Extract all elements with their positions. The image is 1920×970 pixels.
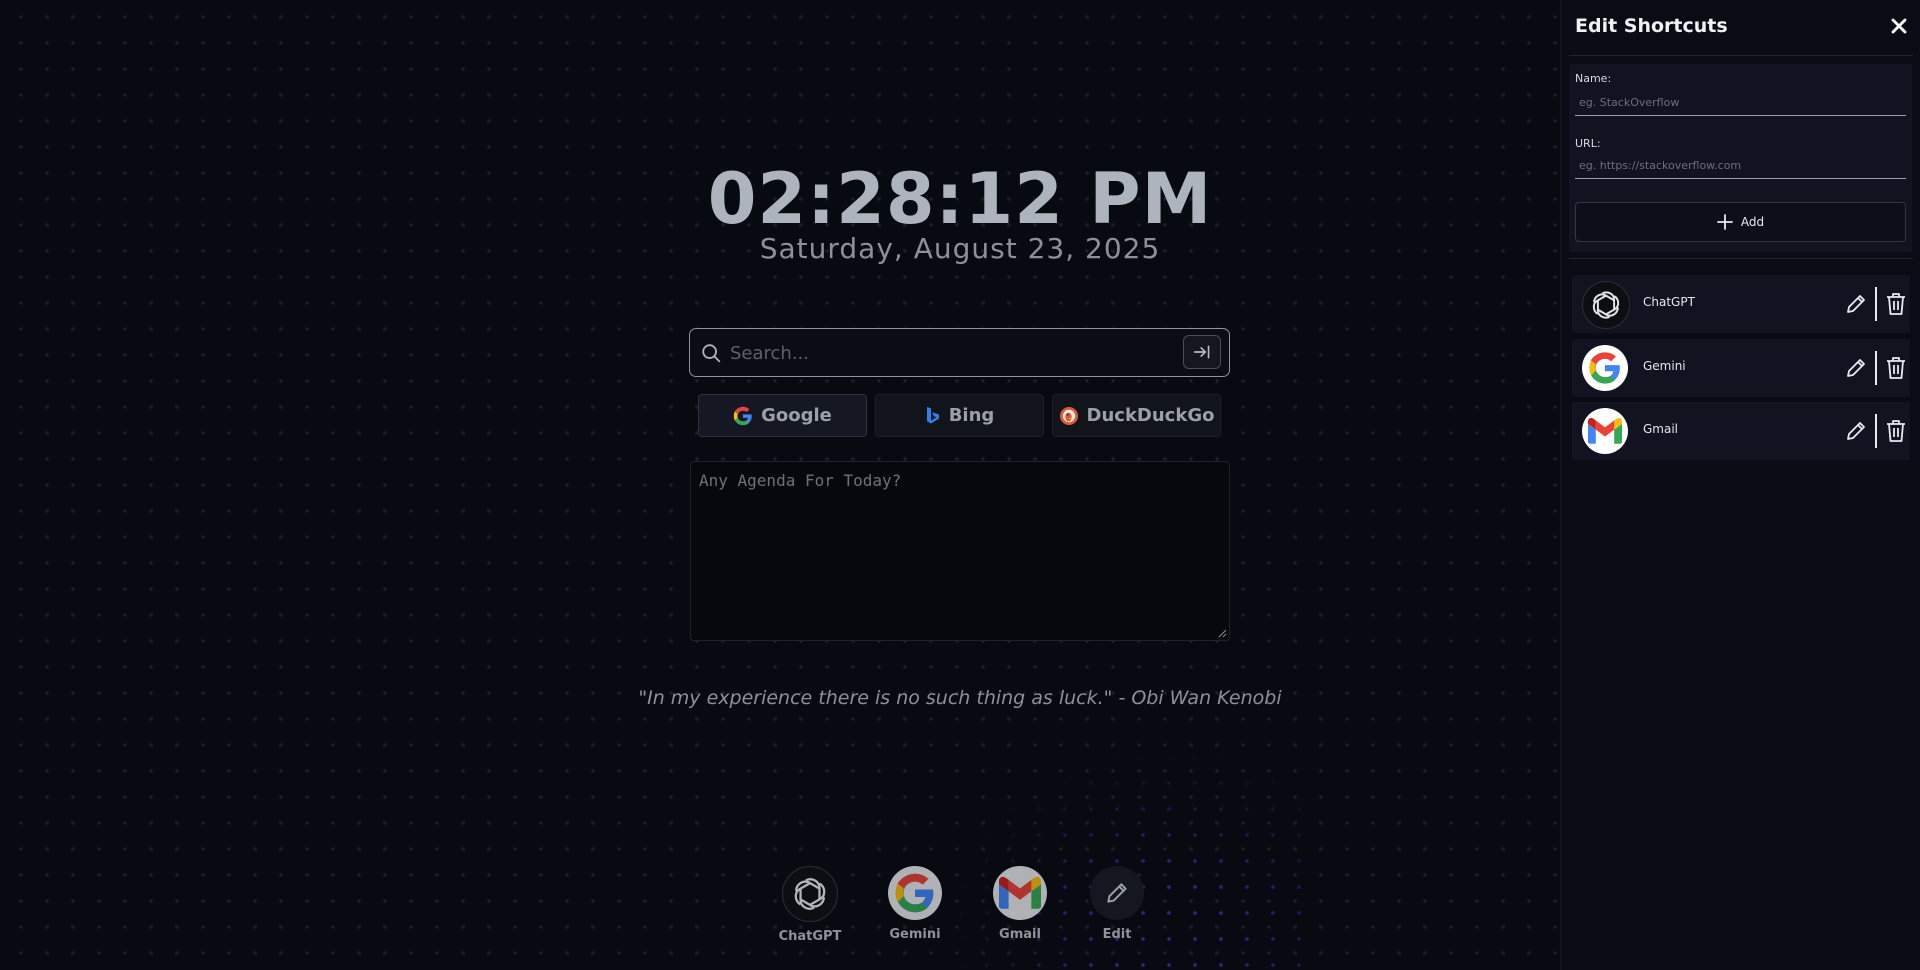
- arrow-right-to-bar-icon: [1193, 345, 1210, 359]
- add-shortcut-form: Name: URL: Add: [1569, 64, 1912, 252]
- name-field-label: Name:: [1575, 72, 1612, 85]
- shortcut-row-gemini: Gemini: [1572, 339, 1910, 397]
- pencil-icon[interactable]: [1844, 292, 1868, 316]
- gmail-icon: [1582, 408, 1628, 454]
- dock-edit-button[interactable]: Edit: [1067, 866, 1167, 942]
- shortcut-name: Gmail: [1643, 422, 1679, 436]
- pencil-icon[interactable]: [1844, 419, 1868, 443]
- search-bar: [689, 328, 1230, 377]
- dock-label-edit: Edit: [1102, 927, 1132, 942]
- clock-time: 02:28:12 PM: [707, 158, 1213, 240]
- google-icon: [1582, 345, 1628, 391]
- dock-label-chatgpt: ChatGPT: [778, 929, 842, 944]
- agenda-textarea[interactable]: [690, 461, 1230, 641]
- drawer-divider: [1569, 55, 1913, 56]
- plus-icon: [1716, 214, 1733, 230]
- search-icon: [702, 344, 721, 363]
- gmail-icon: [993, 866, 1047, 920]
- google-icon: [733, 406, 752, 425]
- engine-button-duckduckgo[interactable]: DuckDuckGo: [1052, 394, 1221, 437]
- dock-label-gemini: Gemini: [889, 927, 941, 942]
- edit-shortcuts-drawer: Edit Shortcuts Name: URL: Add: [1560, 0, 1920, 970]
- clock-date: Saturday, August 23, 2025: [759, 232, 1161, 265]
- drawer-divider: [1569, 258, 1913, 259]
- engine-label-duckduckgo: DuckDuckGo: [1086, 405, 1215, 426]
- duckduckgo-icon: [1059, 406, 1078, 425]
- url-field-label: URL:: [1575, 137, 1601, 150]
- search-input[interactable]: [728, 337, 1172, 369]
- trash-icon[interactable]: [1885, 292, 1907, 316]
- google-icon: [888, 866, 942, 920]
- shortcut-name: ChatGPT: [1643, 295, 1695, 309]
- search-submit-button[interactable]: [1183, 335, 1221, 369]
- chatgpt-icon: [782, 866, 838, 922]
- pencil-icon: [1090, 866, 1144, 920]
- pencil-icon[interactable]: [1844, 356, 1868, 380]
- shortcut-row-chatgpt: ChatGPT: [1572, 275, 1910, 333]
- quote-text: "In my experience there is no such thing…: [638, 687, 1282, 709]
- engine-button-bing[interactable]: Bing: [875, 394, 1044, 437]
- action-separator: [1875, 351, 1877, 385]
- engine-button-google[interactable]: Google: [698, 394, 867, 437]
- shortcut-name: Gemini: [1643, 359, 1686, 373]
- chatgpt-icon: [1582, 281, 1630, 329]
- add-shortcut-button[interactable]: Add: [1575, 202, 1906, 242]
- dock-shortcut-chatgpt[interactable]: ChatGPT: [760, 866, 860, 944]
- trash-icon[interactable]: [1885, 419, 1907, 443]
- engine-label-bing: Bing: [948, 405, 995, 426]
- engine-label-google: Google: [761, 405, 832, 426]
- drawer-title: Edit Shortcuts: [1575, 15, 1728, 37]
- name-field[interactable]: [1575, 90, 1906, 116]
- dock-shortcut-gemini[interactable]: Gemini: [865, 866, 965, 942]
- resize-grip-icon[interactable]: [1218, 629, 1227, 638]
- shortcut-row-gmail: Gmail: [1572, 402, 1910, 460]
- action-separator: [1875, 287, 1877, 321]
- add-button-label: Add: [1740, 215, 1765, 229]
- action-separator: [1875, 414, 1877, 448]
- trash-icon[interactable]: [1885, 356, 1907, 380]
- close-icon[interactable]: [1889, 16, 1909, 36]
- dock-label-gmail: Gmail: [999, 927, 1041, 942]
- url-field[interactable]: [1575, 153, 1906, 179]
- dock-shortcut-gmail[interactable]: Gmail: [970, 866, 1070, 942]
- bing-icon: [926, 406, 939, 423]
